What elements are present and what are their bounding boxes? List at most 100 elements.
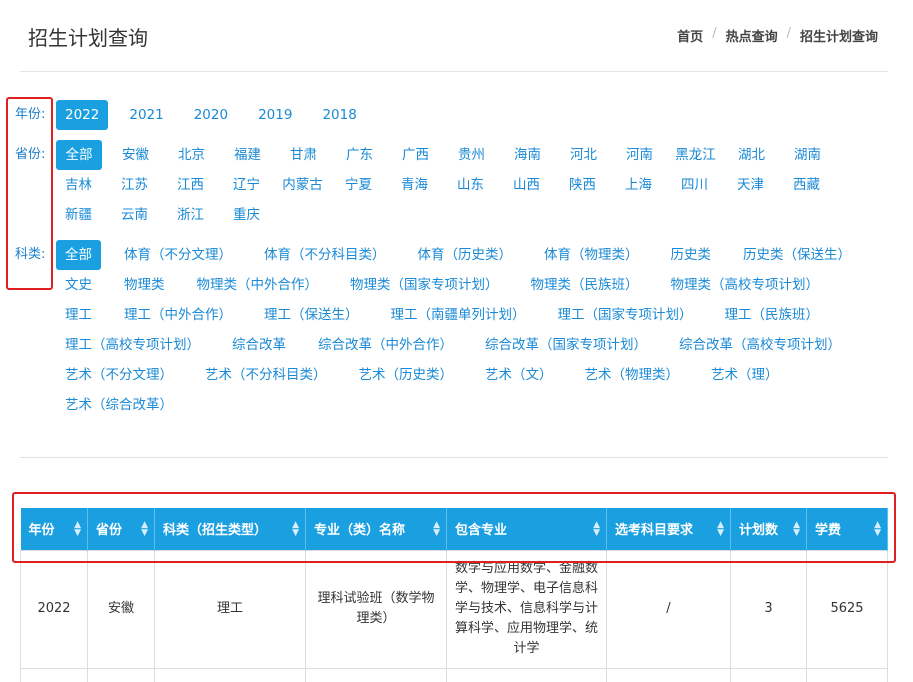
sort-icon[interactable]: ▲ ▼	[593, 521, 600, 538]
category-option[interactable]: 物理类（民族班）	[522, 270, 648, 300]
column-header-label: 计划数	[739, 523, 779, 539]
province-option[interactable]: 浙江	[168, 200, 213, 230]
category-filter: 科类: 全部 体育（不分文理） 体育（不分科目类） 体育（历史类） 体育（物理类） 历史类…	[10, 240, 890, 420]
table-cell	[806, 667, 888, 682]
province-option[interactable]: 北京	[169, 140, 214, 170]
province-option[interactable]: 黑龙江	[673, 140, 718, 170]
sort-icon[interactable]: ▲ ▼	[141, 521, 148, 538]
category-option[interactable]: 历史类	[662, 240, 721, 270]
category-option[interactable]: 理工（高校专项计划）	[56, 330, 209, 360]
province-option[interactable]: 宁夏	[336, 170, 381, 200]
category-option[interactable]: 物理类（中外合作）	[188, 270, 328, 300]
sort-icon[interactable]: ▲ ▼	[433, 521, 440, 538]
breadcrumb-home[interactable]: 首页	[677, 26, 703, 45]
province-option[interactable]: 河南	[617, 140, 662, 170]
province-option[interactable]: 西藏	[784, 170, 829, 200]
category-option[interactable]: 艺术（历史类）	[350, 360, 463, 390]
province-option[interactable]: 陕西	[560, 170, 605, 200]
year-option[interactable]: 2022	[56, 100, 109, 130]
table-cell: /	[606, 549, 731, 669]
category-option[interactable]: 理工（保送生）	[255, 300, 368, 330]
province-option[interactable]: 天津	[728, 170, 773, 200]
province-option[interactable]: 新疆	[56, 200, 101, 230]
province-option[interactable]: 广东	[337, 140, 382, 170]
sort-icon[interactable]: ▲ ▼	[874, 521, 881, 538]
column-header[interactable]: 省份 ▲ ▼	[87, 508, 155, 550]
filter-panel: 年份: 2022 2021 2020 2019 2018 省份: 全部 安徽 北京 福建 甘肃广…	[10, 100, 890, 430]
province-option[interactable]: 山东	[448, 170, 493, 200]
province-option[interactable]: 河北	[561, 140, 606, 170]
province-option[interactable]: 云南	[112, 200, 157, 230]
province-option[interactable]: 吉林	[56, 170, 101, 200]
province-option[interactable]: 湖南	[785, 140, 830, 170]
category-option[interactable]: 体育（历史类）	[409, 240, 522, 270]
sort-icon[interactable]: ▲ ▼	[74, 521, 81, 538]
table-row: 2022 安徽 理工 理科试验班（数学物理类） 数学与应用数学、金融数学、物理学、电子信…	[20, 549, 888, 669]
table-body: 2022 安徽 理工 理科试验班（数学物理类） 数学与应用数学、金融数学、物理学、电子信…	[20, 549, 888, 682]
category-option[interactable]: 文史	[56, 270, 101, 300]
category-option[interactable]: 艺术（理）	[702, 360, 788, 390]
category-option[interactable]: 全部	[56, 240, 101, 270]
category-option[interactable]: 物理类（高校专项计划）	[662, 270, 829, 300]
table-cell	[446, 667, 607, 682]
category-option[interactable]: 艺术（不分科目类）	[196, 360, 336, 390]
year-option[interactable]: 2020	[185, 100, 237, 130]
column-header[interactable]: 计划数 ▲ ▼	[730, 508, 807, 550]
category-option[interactable]: 艺术（不分文理）	[56, 360, 182, 390]
sort-icon[interactable]: ▲ ▼	[292, 521, 299, 538]
category-option[interactable]: 体育（不分文理）	[115, 240, 241, 270]
category-option[interactable]: 理工（南疆单列计划）	[382, 300, 535, 330]
province-option[interactable]: 辽宁	[224, 170, 269, 200]
category-option[interactable]: 艺术（文）	[476, 360, 562, 390]
year-option[interactable]: 2021	[120, 100, 172, 130]
province-option[interactable]: 山西	[504, 170, 549, 200]
table-cell	[730, 667, 807, 682]
province-option[interactable]: 重庆	[224, 200, 269, 230]
category-option[interactable]: 物理类（国家专项计划）	[341, 270, 508, 300]
province-option[interactable]: 上海	[616, 170, 661, 200]
province-option[interactable]: 江苏	[112, 170, 157, 200]
category-option[interactable]: 体育（物理类）	[535, 240, 648, 270]
category-option[interactable]: 理工	[56, 300, 101, 330]
category-option[interactable]: 综合改革	[223, 330, 295, 360]
category-option[interactable]: 历史类（保送生）	[734, 240, 860, 270]
table-cell: 3	[730, 549, 807, 669]
breadcrumb-hot-query[interactable]: 热点查询	[726, 26, 778, 45]
year-option[interactable]: 2019	[249, 100, 301, 130]
table-cell: 安徽	[87, 549, 155, 669]
category-option[interactable]: 理工（中外合作）	[115, 300, 241, 330]
province-option[interactable]: 江西	[168, 170, 213, 200]
province-option[interactable]: 全部	[56, 140, 102, 170]
table-row	[20, 667, 888, 682]
column-header[interactable]: 年份 ▲ ▼	[20, 508, 88, 550]
province-option[interactable]: 青海	[392, 170, 437, 200]
category-option[interactable]: 物理类	[115, 270, 174, 300]
column-header[interactable]: 选考科目要求 ▲ ▼	[606, 508, 731, 550]
category-option[interactable]: 综合改革（中外合作）	[309, 330, 462, 360]
year-option[interactable]: 2018	[313, 100, 365, 130]
column-header[interactable]: 专业（类）名称 ▲ ▼	[305, 508, 447, 550]
province-option[interactable]: 安徽	[113, 140, 158, 170]
column-header[interactable]: 包含专业 ▲ ▼	[446, 508, 607, 550]
province-option[interactable]: 福建	[225, 140, 270, 170]
province-option[interactable]: 贵州	[449, 140, 494, 170]
category-option[interactable]: 理工（民族班）	[716, 300, 829, 330]
category-option[interactable]: 综合改革（国家专项计划）	[476, 330, 656, 360]
column-header[interactable]: 学费 ▲ ▼	[806, 508, 888, 550]
province-option[interactable]: 广西	[393, 140, 438, 170]
province-option[interactable]: 湖北	[729, 140, 774, 170]
category-option[interactable]: 综合改革（高校专项计划）	[670, 330, 850, 360]
sort-icon[interactable]: ▲ ▼	[717, 521, 724, 538]
category-option[interactable]: 艺术（综合改革）	[56, 390, 182, 420]
table-header-row: 年份 ▲ ▼ 省份 ▲ ▼ 科类（招生类型） ▲ ▼ 专业（类）名称 ▲ ▼ 包含专业 ▲ ▼ 选考科目要求 ▲…	[20, 508, 888, 550]
province-option[interactable]: 海南	[505, 140, 550, 170]
province-option[interactable]: 四川	[672, 170, 717, 200]
province-option[interactable]: 甘肃	[281, 140, 326, 170]
category-option[interactable]: 理工（国家专项计划）	[549, 300, 702, 330]
category-option[interactable]: 艺术（物理类）	[576, 360, 689, 390]
province-option[interactable]: 内蒙古	[280, 170, 325, 200]
column-header[interactable]: 科类（招生类型） ▲ ▼	[154, 508, 306, 550]
breadcrumb-current: 招生计划查询	[799, 30, 878, 45]
sort-icon[interactable]: ▲ ▼	[793, 521, 800, 538]
category-option[interactable]: 体育（不分科目类）	[255, 240, 395, 270]
